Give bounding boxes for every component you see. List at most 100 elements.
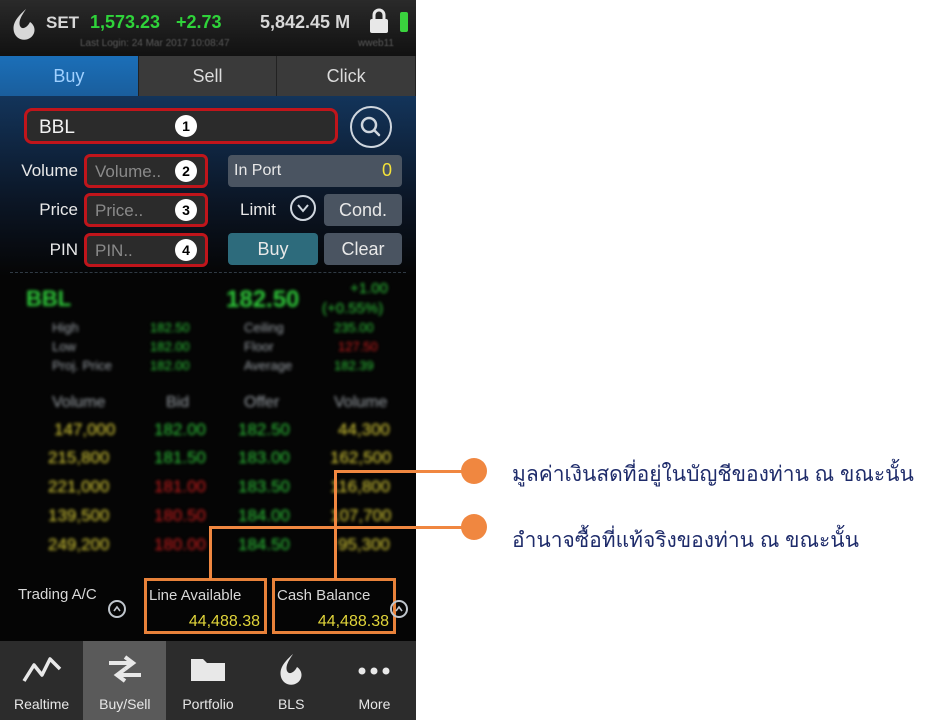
tab-sell[interactable]: Sell — [138, 56, 278, 96]
price-placeholder: Price.. — [95, 201, 144, 220]
floor-label: Floor — [244, 339, 274, 354]
realtime-chart-icon — [22, 657, 61, 682]
offer-price: 184.00 — [238, 506, 290, 525]
account-summary-dropdown[interactable] — [390, 600, 408, 618]
low-label: Low — [52, 339, 76, 354]
chevron-down-icon — [297, 204, 309, 213]
line-available-box: Line Available 44,488.38 — [144, 578, 267, 634]
market-info-panel: BBL 182.50 +1.00 (+0.55%) High 182.50 Ce… — [0, 278, 416, 578]
volume-input[interactable]: Volume.. 2 — [84, 154, 208, 188]
line-available-label: Line Available — [149, 587, 242, 604]
more-dots-icon — [358, 667, 390, 675]
high-value: 182.50 — [150, 320, 190, 335]
average-value: 182.39 — [334, 358, 374, 373]
clear-button[interactable]: Clear — [324, 233, 402, 265]
search-button[interactable] — [350, 106, 392, 148]
nav-item-realtime[interactable]: Realtime — [0, 641, 83, 720]
callout-line-line — [209, 526, 474, 529]
divider — [10, 272, 406, 273]
nav-item-bls[interactable]: BLS — [250, 641, 333, 720]
nav-item-portfolio[interactable]: Portfolio — [166, 641, 249, 720]
pin-placeholder: PIN.. — [95, 241, 133, 260]
bid-volume: 215,800 — [48, 448, 110, 467]
bid-price: 181.00 — [154, 477, 206, 496]
step-marker-2: 2 — [175, 160, 197, 182]
bid-price: 180.50 — [154, 506, 206, 525]
average-label: Average — [244, 358, 293, 373]
bid-price: 180.00 — [154, 535, 206, 554]
low-value: 182.00 — [150, 339, 190, 354]
offer-volume: 162,500 — [330, 448, 392, 467]
book-header-offer: Offer — [244, 394, 280, 411]
callout-dot-cash — [461, 458, 487, 484]
nav-label: More — [358, 696, 391, 712]
lock-icon[interactable] — [368, 8, 390, 34]
nav-label: Portfolio — [182, 696, 234, 712]
connection-indicator — [400, 12, 408, 32]
proj-price-label: Proj. Price — [52, 358, 112, 373]
line-available-note: อำนาจซื้อที่แท้จริงของท่าน ณ ขณะนั้น — [512, 529, 859, 552]
bid-volume: 221,000 — [48, 477, 110, 496]
callout-line-line — [209, 526, 212, 580]
user-id: wweb11 — [358, 38, 394, 49]
bid-volume: 249,200 — [48, 535, 110, 554]
nav-item-buy-sell[interactable]: Buy/Sell — [83, 641, 167, 720]
bid-price: 181.50 — [154, 448, 206, 467]
step-marker-1: 1 — [175, 115, 197, 137]
step-marker-4: 4 — [175, 239, 197, 261]
offer-volume: 44,300 — [338, 420, 390, 439]
tab-click[interactable]: Click — [277, 56, 416, 96]
offer-volume: 107,700 — [330, 506, 392, 525]
cash-balance-label: Cash Balance — [277, 587, 371, 604]
callout-line-cash — [334, 470, 337, 580]
market-value: 5,842.45 M — [260, 12, 351, 32]
offer-volume: 95,300 — [338, 535, 390, 554]
tab-buy[interactable]: Buy — [0, 56, 139, 96]
trading-account-dropdown[interactable] — [108, 600, 126, 618]
market-change: +2.73 — [176, 12, 222, 32]
book-header-bid-volume: Volume — [52, 394, 106, 411]
pin-input[interactable]: PIN.. 4 — [84, 233, 208, 267]
condition-button[interactable]: Cond. — [324, 194, 402, 226]
offer-price: 182.50 — [238, 420, 290, 439]
book-header-bid: Bid — [166, 394, 190, 411]
offer-price: 183.00 — [238, 448, 290, 467]
chevron-up-icon — [113, 605, 121, 612]
symbol-input[interactable]: BBL 1 — [24, 108, 338, 144]
bid-volume: 147,000 — [54, 420, 116, 439]
ceiling-value: 235.00 — [334, 320, 374, 335]
nav-item-more[interactable]: More — [333, 641, 416, 720]
market-name: SET — [46, 13, 80, 32]
price-input[interactable]: Price.. 3 — [84, 193, 208, 227]
phone-screen: SET 1,573.23 +2.73 5,842.45 M Last Login… — [0, 0, 416, 720]
search-icon — [360, 116, 381, 137]
offer-volume: 116,800 — [330, 477, 391, 496]
market-index: 1,573.23 — [90, 12, 161, 32]
quote-pct-change: (+0.55%) — [322, 300, 384, 317]
bid-volume: 139,500 — [48, 506, 110, 525]
chevron-up-icon — [395, 605, 403, 612]
cash-balance-value: 44,488.38 — [317, 613, 389, 630]
book-header-offer-volume: Volume — [334, 394, 388, 411]
bls-logo-icon — [280, 654, 302, 685]
status-bar: SET 1,573.23 +2.73 5,842.45 M Last Login… — [0, 0, 416, 56]
step-marker-3: 3 — [175, 199, 197, 221]
buy-button[interactable]: Buy — [228, 233, 318, 265]
bid-price: 182.00 — [154, 420, 206, 439]
callout-line-cash — [334, 470, 474, 473]
nav-label: Buy/Sell — [99, 696, 151, 712]
symbol-value: BBL — [39, 117, 75, 138]
buy-sell-arrows-icon — [108, 655, 141, 683]
last-login: Last Login: 24 Mar 2017 10:08:47 — [80, 38, 230, 49]
ceiling-label: Ceiling — [244, 320, 284, 335]
cash-balance-box: Cash Balance 44,488.38 — [272, 578, 396, 634]
quote-change: +1.00 — [350, 280, 388, 297]
price-type-dropdown[interactable] — [290, 195, 316, 221]
bls-logo-icon — [13, 9, 35, 40]
price-label: Price — [39, 200, 78, 219]
offer-price: 183.50 — [238, 477, 290, 496]
trading-account-label: Trading A/C — [18, 586, 97, 603]
cash-balance-note: มูลค่าเงินสดที่อยู่ในบัญชีของท่าน ณ ขณะน… — [512, 463, 914, 486]
order-tabs: Buy Sell Click — [0, 56, 416, 96]
pin-label: PIN — [49, 240, 78, 259]
